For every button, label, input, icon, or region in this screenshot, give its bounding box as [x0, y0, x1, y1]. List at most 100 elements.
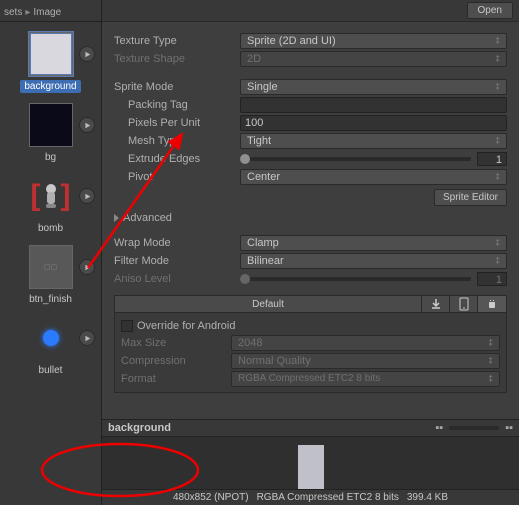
advanced-foldout[interactable]: Advanced — [114, 212, 507, 224]
platform-tab-ios[interactable] — [450, 296, 478, 312]
play-icon — [84, 122, 91, 129]
asset-item-background[interactable]: background — [0, 32, 101, 93]
platform-override-box: Override for Android Max Size 2048 ‡ Com… — [114, 313, 507, 393]
asset-thumbnail[interactable]: ▢▢ — [29, 245, 73, 289]
expand-asset-button[interactable] — [79, 46, 95, 62]
breadcrumb[interactable]: sets ▸ Image — [0, 4, 101, 22]
chevron-down-icon: ‡ — [489, 356, 493, 365]
asset-thumbnail[interactable]: [ ] — [29, 174, 73, 218]
chevron-down-icon: ‡ — [489, 338, 493, 347]
breadcrumb-part: Image — [33, 7, 61, 18]
expand-asset-button[interactable] — [79, 330, 95, 346]
extrude-edges-slider[interactable] — [240, 157, 471, 161]
expand-asset-button[interactable] — [79, 259, 95, 275]
pixels-per-unit-label: Pixels Per Unit — [114, 117, 240, 129]
asset-label: bomb — [34, 222, 67, 235]
extrude-edges-label: Extrude Edges — [114, 153, 240, 165]
sprite-editor-button[interactable]: Sprite Editor — [434, 189, 507, 206]
chevron-down-icon: ‡ — [496, 256, 500, 265]
preview-header[interactable]: background ▪▪ ▪▪ — [102, 419, 519, 437]
chevron-down-icon: ‡ — [496, 172, 500, 181]
packing-tag-label: Packing Tag — [114, 99, 240, 111]
asset-item-btn-finish[interactable]: ▢▢ btn_finish — [0, 245, 101, 306]
chevron-down-icon: ‡ — [496, 36, 500, 45]
expand-asset-button[interactable] — [79, 117, 95, 133]
expand-asset-button[interactable] — [79, 188, 95, 204]
compression-dropdown: Normal Quality ‡ — [231, 353, 500, 369]
aniso-level-label: Aniso Level — [114, 273, 240, 285]
slider-thumb — [240, 274, 250, 284]
open-button[interactable]: Open — [467, 2, 513, 19]
override-checkbox[interactable] — [121, 320, 133, 332]
status-format: RGBA Compressed ETC2 8 bits — [257, 492, 399, 503]
chevron-down-icon: ‡ — [496, 54, 500, 63]
filter-mode-dropdown[interactable]: Bilinear ‡ — [240, 253, 507, 269]
asset-item-bomb[interactable]: [ ] bomb — [0, 174, 101, 235]
chevron-down-icon: ‡ — [496, 238, 500, 247]
platform-tab-default[interactable]: Default — [115, 296, 422, 312]
preview-area — [102, 437, 519, 489]
platform-tab-standalone[interactable] — [422, 296, 450, 312]
asset-thumbnail[interactable] — [29, 32, 73, 76]
asset-thumbnail[interactable] — [29, 103, 73, 147]
inspector-top-bar: Open — [102, 0, 519, 22]
bomb-icon — [41, 182, 61, 210]
asset-label: bg — [41, 151, 60, 164]
max-size-label: Max Size — [121, 337, 231, 349]
sprite-mode-label: Sprite Mode — [114, 81, 240, 93]
texture-type-label: Texture Type — [114, 35, 240, 47]
chevron-down-icon: ‡ — [496, 82, 500, 91]
aniso-level-value: 1 — [477, 272, 507, 286]
pixels-per-unit-input[interactable] — [240, 115, 507, 131]
mesh-type-label: Mesh Type — [114, 135, 240, 147]
wrap-mode-dropdown[interactable]: Clamp ‡ — [240, 235, 507, 251]
texture-shape-label: Texture Shape — [114, 53, 240, 65]
preview-image — [298, 445, 324, 489]
pivot-label: Pivot — [114, 171, 240, 183]
status-size: 399.4 KB — [407, 492, 448, 503]
play-icon — [84, 193, 91, 200]
play-icon — [84, 264, 91, 271]
asset-thumbnail[interactable] — [29, 316, 73, 360]
texture-type-dropdown[interactable]: Sprite (2D and UI) ‡ — [240, 33, 507, 49]
foldout-arrow-icon — [114, 214, 119, 222]
android-icon — [486, 298, 498, 310]
asset-label: bullet — [35, 364, 67, 377]
preview-menu-icon[interactable]: ▪▪ — [435, 422, 443, 434]
breadcrumb-part: sets — [4, 7, 22, 18]
mesh-type-dropdown[interactable]: Tight ‡ — [240, 133, 507, 149]
chevron-down-icon: ‡ — [496, 136, 500, 145]
slider-thumb[interactable] — [240, 154, 250, 164]
status-bar: 480x852 (NPOT) RGBA Compressed ETC2 8 bi… — [102, 489, 519, 505]
advanced-label: Advanced — [123, 212, 172, 224]
extrude-edges-value[interactable]: 1 — [477, 152, 507, 166]
play-icon — [84, 51, 91, 58]
asset-label: btn_finish — [25, 293, 76, 306]
preview-zoom-slider[interactable] — [449, 426, 499, 430]
pivot-dropdown[interactable]: Center ‡ — [240, 169, 507, 185]
sprite-mode-dropdown[interactable]: Single ‡ — [240, 79, 507, 95]
compression-label: Compression — [121, 355, 231, 367]
breadcrumb-separator-icon: ▸ — [25, 7, 30, 18]
format-label: Format — [121, 373, 231, 385]
texture-shape-dropdown: 2D ‡ — [240, 51, 507, 67]
chevron-down-icon: ‡ — [489, 374, 493, 383]
phone-icon — [459, 297, 469, 311]
max-size-dropdown: 2048 ‡ — [231, 335, 500, 351]
platform-tabs: Default — [114, 295, 507, 313]
download-icon — [430, 298, 442, 310]
filter-mode-label: Filter Mode — [114, 255, 240, 267]
wrap-mode-label: Wrap Mode — [114, 237, 240, 249]
preview-title: background — [108, 422, 171, 434]
play-icon — [84, 335, 91, 342]
packing-tag-input[interactable] — [240, 97, 507, 113]
status-dimensions: 480x852 (NPOT) — [173, 492, 249, 503]
asset-item-bullet[interactable]: bullet — [0, 316, 101, 377]
asset-label: background — [20, 80, 80, 93]
platform-tab-android[interactable] — [478, 296, 506, 312]
preview-options-icon[interactable]: ▪▪ — [505, 422, 513, 434]
inspector-panel: Open Texture Type Sprite (2D and UI) ‡ T… — [102, 0, 519, 505]
aniso-level-slider — [240, 277, 471, 281]
format-dropdown: RGBA Compressed ETC2 8 bits ‡ — [231, 371, 500, 387]
asset-item-bg[interactable]: bg — [0, 103, 101, 164]
